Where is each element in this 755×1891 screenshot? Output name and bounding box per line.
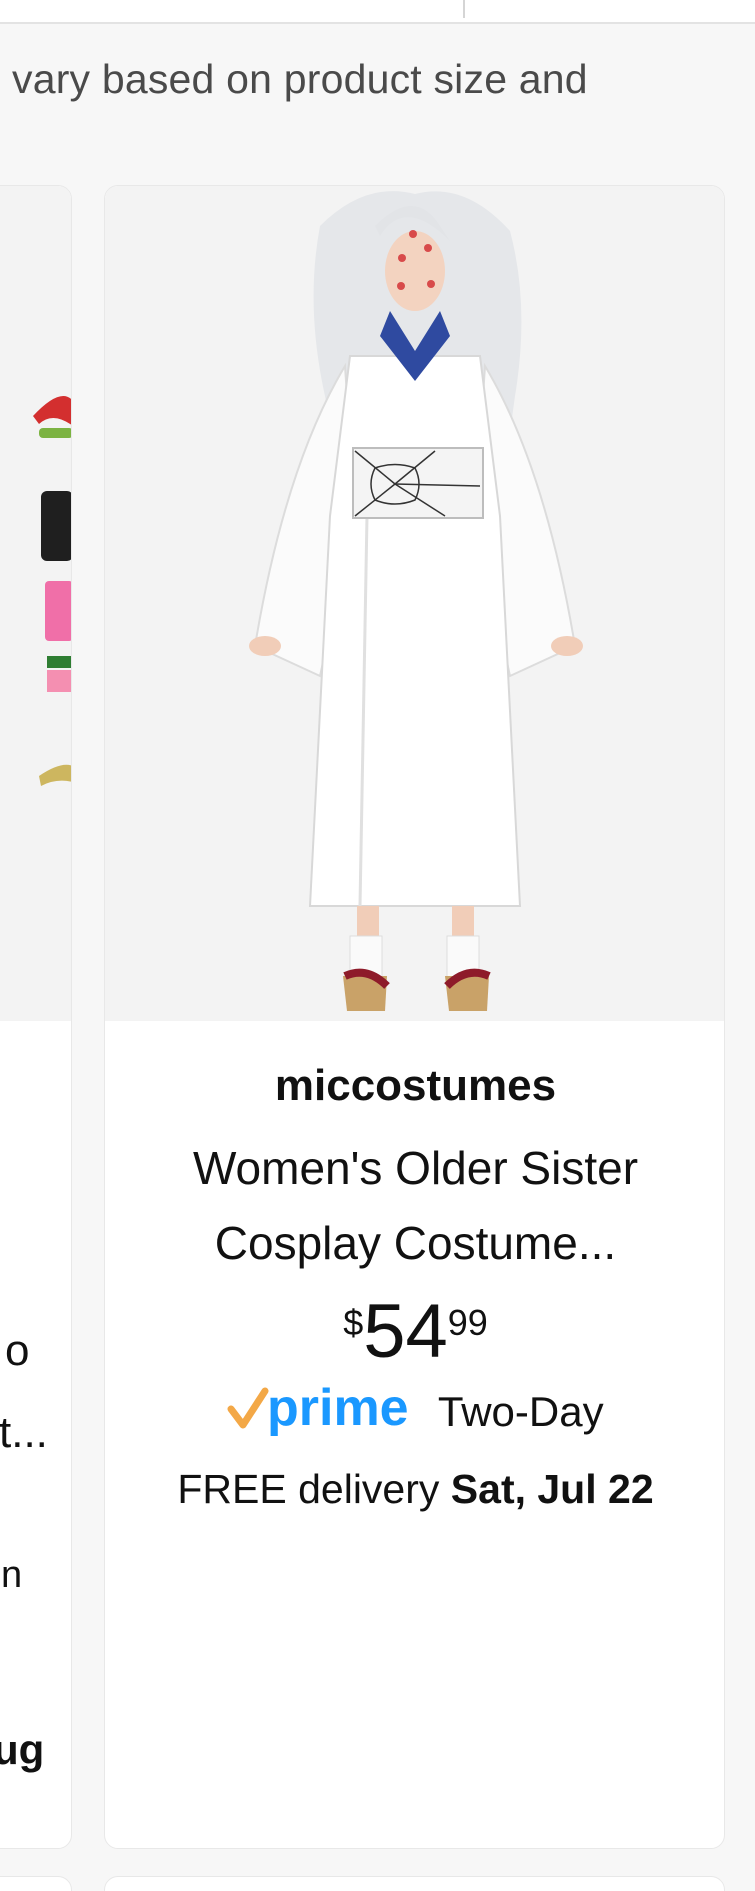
price-whole: 54 <box>363 1289 448 1374</box>
prime-shipping-row: prime Two-Day <box>105 1379 724 1442</box>
top-tab-strip <box>0 0 755 24</box>
product-card-left[interactable]: o t... n ug <box>0 185 72 1849</box>
size-notice-text: vary based on product size and <box>12 56 588 102</box>
next-card-left[interactable] <box>0 1876 72 1891</box>
left-card-fragment-2: t... <box>0 1408 48 1457</box>
left-card-fragment-4: ug <box>0 1726 45 1773</box>
product-title-line-2: Cosplay Costume... <box>214 1217 617 1269</box>
prime-label: prime <box>267 1381 409 1437</box>
costume-photo-icon <box>249 191 583 1011</box>
next-card-right[interactable] <box>104 1876 725 1891</box>
product-image[interactable] <box>105 186 724 1021</box>
shipping-speed: Two-Day <box>437 1387 604 1435</box>
delivery-info: FREE delivery Sat, Jul 22 <box>105 1466 724 1513</box>
left-card-fragment-1: o <box>5 1326 30 1375</box>
page: vary based on product size and o t... n … <box>0 0 755 1891</box>
delivery-date: Sat, Jul 22 <box>450 1466 654 1512</box>
product-card[interactable]: miccostumes Women's Older Sister Cosplay… <box>104 185 725 1849</box>
price-symbol: $ <box>343 1302 364 1343</box>
product-brand[interactable]: miccostumes <box>105 1061 724 1111</box>
price-fraction: 99 <box>447 1302 488 1343</box>
costume-accessories-icon <box>33 396 71 786</box>
left-card-fragment-3: n <box>1 1554 23 1596</box>
delivery-prefix: FREE delivery <box>177 1466 440 1512</box>
product-title-line-1: Women's Older Sister <box>192 1142 639 1194</box>
tab-divider <box>463 0 465 18</box>
product-price: $5499 <box>105 1294 724 1370</box>
product-image-left[interactable] <box>0 186 71 1021</box>
prime-logo-icon: prime <box>227 1379 427 1442</box>
product-title[interactable]: Women's Older Sister Cosplay Costume... <box>145 1131 686 1281</box>
